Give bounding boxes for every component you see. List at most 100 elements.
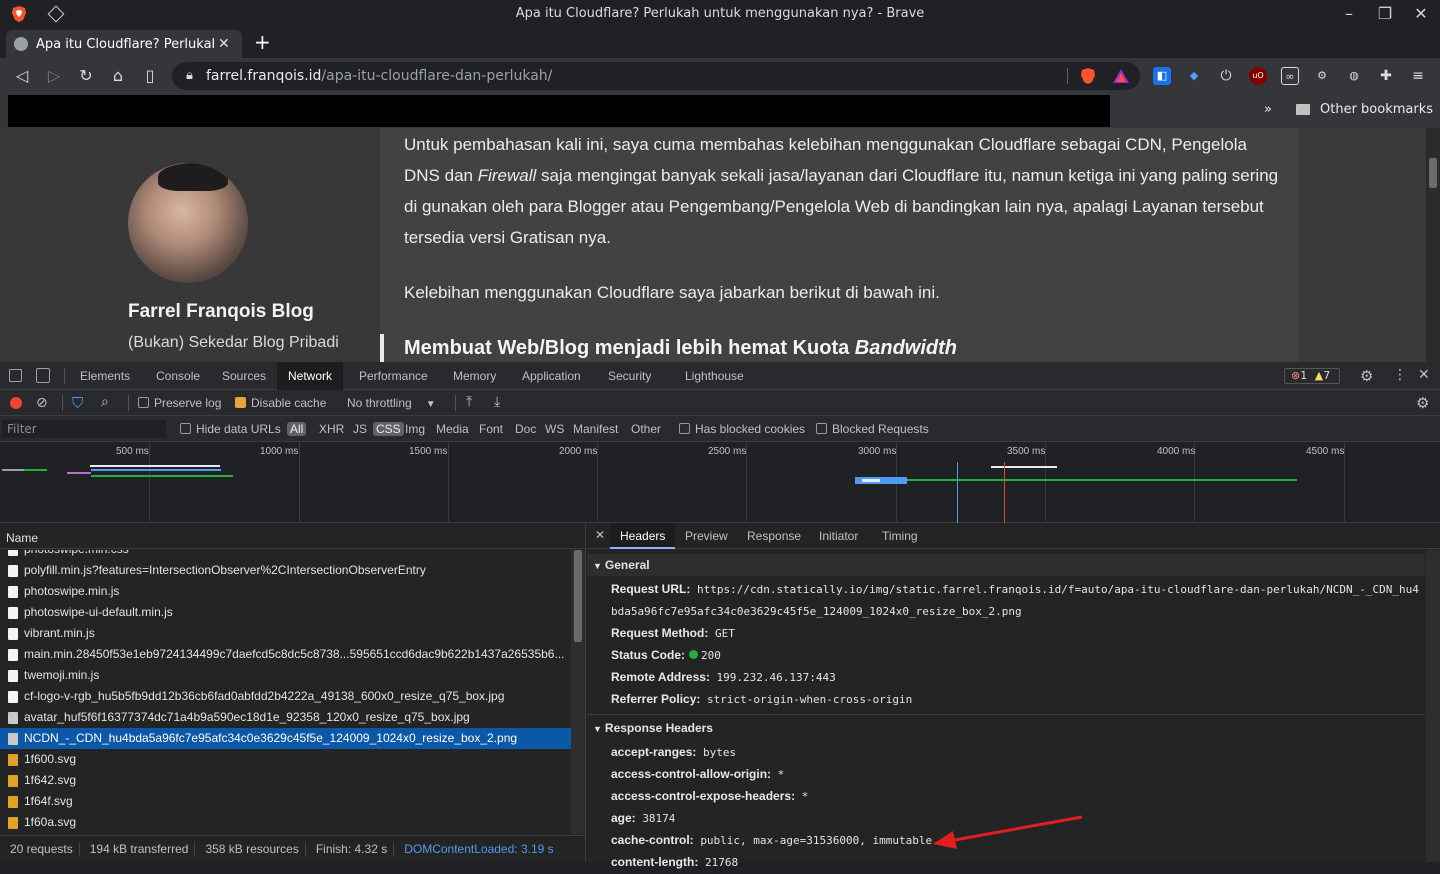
bookmarks-overflow-icon[interactable]: » — [1264, 102, 1272, 117]
more-options-icon[interactable]: ⋮ — [1393, 367, 1407, 383]
extension-globe-icon[interactable]: ◍ — [1345, 67, 1363, 85]
filter-type-ws[interactable]: WS — [545, 422, 564, 436]
filter-type-xhr[interactable]: XHR — [319, 422, 344, 436]
back-icon[interactable]: ◁ — [12, 66, 32, 86]
request-row[interactable]: vibrant.min.js — [0, 623, 571, 644]
filter-type-media[interactable]: Media — [436, 422, 469, 436]
forward-icon[interactable]: ▷ — [44, 66, 64, 86]
new-tab-button[interactable]: + — [254, 30, 271, 54]
reload-icon[interactable]: ↻ — [76, 66, 96, 86]
general-section-header[interactable]: ▼ General — [587, 554, 1425, 576]
request-row[interactable]: polyfill.min.js?features=IntersectionObs… — [0, 560, 571, 581]
clear-icon[interactable]: ⊘ — [36, 395, 48, 411]
filter-type-js[interactable]: JS — [353, 422, 367, 436]
page-scrollbar[interactable] — [1426, 128, 1440, 362]
filter-type-css[interactable]: CSS — [373, 422, 404, 436]
close-tab-icon[interactable]: ✕ — [218, 36, 230, 52]
file-icon — [8, 607, 18, 619]
tab-response[interactable]: Response — [737, 523, 811, 549]
menu-icon[interactable]: ≡ — [1409, 67, 1427, 85]
throttling-select[interactable]: No throttling ▼ — [347, 396, 436, 410]
close-details-icon[interactable]: ✕ — [595, 528, 605, 542]
details-scrollbar[interactable] — [1426, 550, 1440, 862]
filter-type-doc[interactable]: Doc — [515, 422, 536, 436]
extensions-puzzle-icon[interactable]: ✚ — [1377, 67, 1395, 85]
request-row[interactable]: photoswipe-ui-default.min.js — [0, 602, 571, 623]
search-icon[interactable]: ⌕ — [101, 394, 109, 410]
preserve-log-checkbox[interactable]: Preserve log — [138, 396, 221, 410]
inspect-element-icon[interactable] — [9, 369, 22, 382]
tab-headers[interactable]: Headers — [610, 523, 676, 549]
extension-person-icon[interactable]: ⚙ — [1313, 67, 1331, 85]
request-row[interactable]: 1f642.svg — [0, 770, 571, 791]
extension-glasses-icon[interactable]: ∞ — [1281, 67, 1299, 85]
tab-active[interactable]: Apa itu Cloudflare? Perlukah u ✕ — [6, 30, 242, 58]
filter-type-all[interactable]: All — [287, 422, 307, 436]
request-row[interactable]: photoswipe.min.js — [0, 581, 571, 602]
filter-type-font[interactable]: Font — [479, 422, 503, 436]
referrer-policy-row: Referrer Policy: strict-origin-when-cros… — [611, 692, 913, 706]
minimize-button[interactable]: – — [1338, 4, 1360, 24]
request-row[interactable]: NCDN_-_CDN_hu4bda5a96fc7e95afc34c0e3629c… — [0, 728, 571, 749]
request-row[interactable]: twemoji.min.js — [0, 665, 571, 686]
home-icon[interactable]: ⌂ — [108, 66, 128, 86]
disable-cache-checkbox[interactable]: Disable cache — [235, 396, 326, 410]
issues-badge[interactable]: ⊗1 ▲7 — [1284, 368, 1340, 384]
tab-performance[interactable]: Performance — [348, 362, 439, 390]
has-blocked-cookies-checkbox[interactable]: Has blocked cookies — [679, 422, 805, 436]
hide-data-urls-checkbox[interactable]: Hide data URLs — [180, 422, 281, 436]
tab-timing[interactable]: Timing — [872, 523, 928, 549]
filter-type-other[interactable]: Other — [631, 422, 661, 436]
tab-network[interactable]: Network — [277, 362, 344, 390]
import-har-icon[interactable]: ⤒ — [466, 394, 472, 410]
filter-type-img[interactable]: Img — [405, 422, 425, 436]
close-devtools-icon[interactable]: ✕ — [1418, 367, 1430, 383]
response-headers-section-header[interactable]: ▼ Response Headers — [587, 717, 1425, 739]
tick-label: 1500 ms — [409, 446, 448, 457]
request-row[interactable]: cf-logo-v-rgb_hu5b5fb9dd12b36cb6fad0abfd… — [0, 686, 571, 707]
tab-console[interactable]: Console — [145, 362, 211, 390]
blog-name[interactable]: Farrel Franqois Blog — [128, 301, 314, 323]
device-toolbar-icon[interactable] — [36, 368, 50, 383]
collapse-triangle-icon: ▼ — [593, 724, 602, 734]
tab-sources[interactable]: Sources — [211, 362, 277, 390]
settings-gear-icon[interactable]: ⚙ — [1360, 367, 1373, 385]
ublock-icon[interactable]: uO — [1249, 67, 1267, 85]
tab-memory[interactable]: Memory — [442, 362, 507, 390]
tab-preview[interactable]: Preview — [675, 523, 738, 549]
extension-gem-icon[interactable]: ◆ — [1185, 67, 1203, 85]
brave-rewards-icon[interactable] — [1112, 67, 1130, 85]
tab-elements[interactable]: Elements — [69, 362, 141, 390]
network-settings-gear-icon[interactable]: ⚙ — [1416, 394, 1429, 412]
filter-type-manifest[interactable]: Manifest — [573, 422, 618, 436]
blocked-requests-checkbox[interactable]: Blocked Requests — [816, 422, 929, 436]
filter-input[interactable]: Filter — [2, 420, 166, 438]
tab-security[interactable]: Security — [597, 362, 662, 390]
filter-funnel-icon[interactable]: ⛉ — [72, 394, 83, 412]
name-column-header[interactable]: Name — [0, 523, 585, 549]
extension-blue-icon[interactable]: ◧ — [1153, 67, 1171, 85]
network-overview-timeline[interactable]: 500 ms 1000 ms 1500 ms 2000 ms 2500 ms 3… — [0, 442, 1440, 523]
tab-application[interactable]: Application — [511, 362, 592, 390]
request-row[interactable]: avatar_huf5f6f16377374dc71a4b9a590ec18d1… — [0, 707, 571, 728]
file-icon — [8, 565, 18, 577]
close-window-button[interactable]: ✕ — [1410, 4, 1432, 24]
request-row[interactable]: 1f600.svg — [0, 749, 571, 770]
power-icon[interactable]: ⏻ — [1217, 67, 1235, 85]
maximize-button[interactable]: ❐ — [1374, 4, 1396, 24]
record-icon[interactable] — [10, 397, 22, 409]
brave-shields-icon[interactable] — [1080, 67, 1096, 85]
request-row[interactable]: 1f64f.svg — [0, 791, 571, 812]
request-row[interactable]: main.min.28450f53e1eb9724134499c7daefcd5… — [0, 644, 571, 665]
export-har-icon[interactable]: ⤓ — [494, 394, 500, 410]
bookmark-icon[interactable]: ▯ — [140, 66, 160, 86]
tick-label: 500 ms — [116, 446, 149, 457]
request-list-scrollbar[interactable] — [571, 550, 585, 834]
request-row[interactable]: 1f60a.svg — [0, 812, 571, 833]
lock-icon[interactable]: 🔒︎ — [186, 68, 193, 83]
other-bookmarks[interactable]: Other bookmarks — [1320, 102, 1433, 117]
tab-lighthouse[interactable]: Lighthouse — [674, 362, 755, 390]
address-bar[interactable]: 🔒︎ farrel.franqois.id/apa-itu-cloudflare… — [172, 62, 1140, 90]
avatar[interactable] — [128, 163, 248, 283]
tab-initiator[interactable]: Initiator — [809, 523, 868, 549]
